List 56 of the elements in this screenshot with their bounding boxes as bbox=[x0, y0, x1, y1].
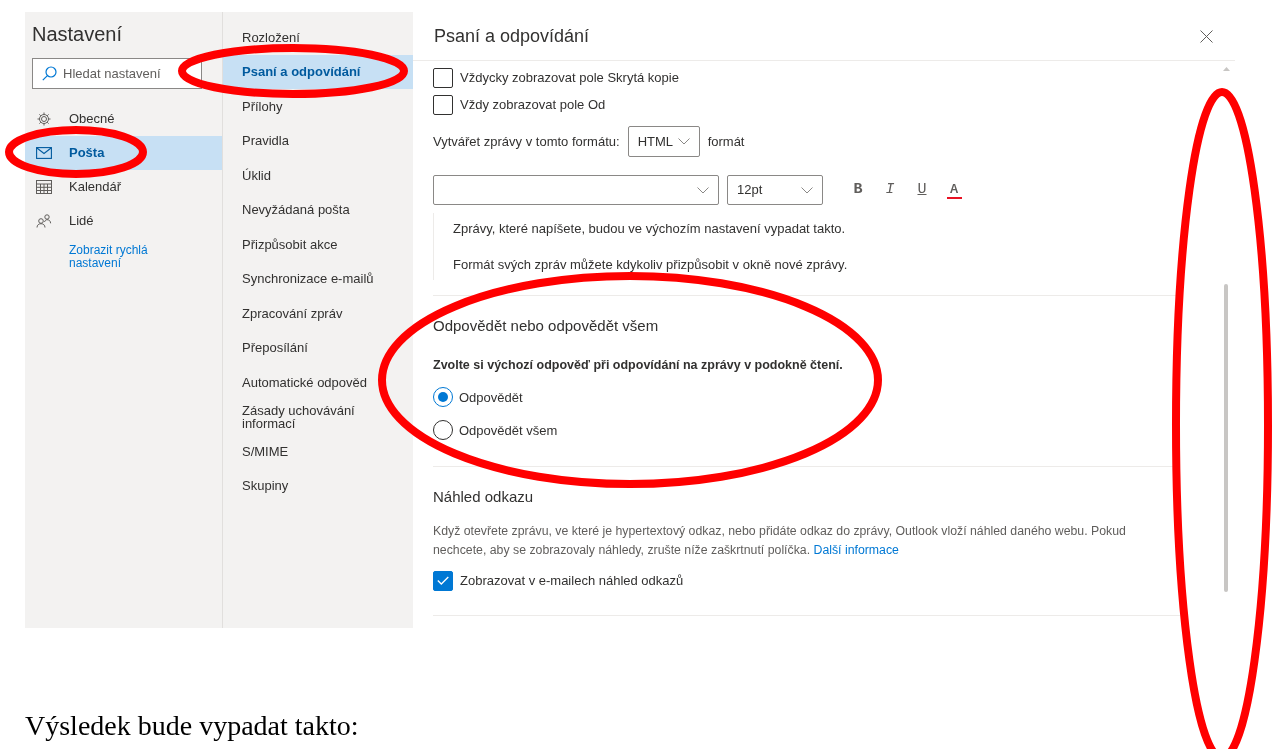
menu-item[interactable]: S/MIME bbox=[223, 434, 413, 469]
chevron-down-icon bbox=[677, 138, 690, 145]
sidebar-item[interactable]: Kalendář bbox=[25, 170, 222, 204]
menu-item[interactable]: Nevyžádaná pošta bbox=[223, 192, 413, 227]
close-icon[interactable] bbox=[1200, 29, 1213, 43]
menu-item[interactable]: Přílohy bbox=[223, 89, 413, 124]
preview-text: Zprávy, které napíšete, budou ve výchozím nastavení vypadat takto. bbox=[453, 220, 847, 238]
document-caption: Výsledek bude vypadat takto: bbox=[25, 709, 360, 743]
menu-item[interactable]: Úklid bbox=[223, 158, 413, 193]
more-info-link[interactable]: Další informace bbox=[813, 542, 899, 557]
section-prompt: Zvolte si výchozí odpověď při odpovídání na zprávy v podokně čtení. bbox=[433, 356, 844, 374]
menu-item[interactable]: Skupiny bbox=[223, 468, 413, 503]
font-color-button[interactable]: A bbox=[938, 181, 970, 199]
chevron-down-icon bbox=[801, 186, 813, 194]
menu-item[interactable]: Synchronizace e-mailů bbox=[223, 261, 413, 296]
quick-settings-link[interactable]: Zobrazit rychlá nastavení bbox=[69, 244, 179, 270]
search-field[interactable]: Hledat nastavení bbox=[32, 58, 202, 89]
scrollbar-thumb[interactable] bbox=[1224, 284, 1228, 592]
menu-item[interactable]: Automatické odpověd bbox=[223, 365, 413, 400]
sidebar-item[interactable]: Lidé bbox=[25, 204, 222, 238]
chevron-down-icon bbox=[697, 186, 709, 194]
bold-button[interactable]: B bbox=[842, 178, 874, 202]
checkbox[interactable] bbox=[433, 67, 453, 88]
option-label: Vždy zobrazovat pole Od bbox=[460, 95, 606, 114]
checkbox[interactable] bbox=[433, 94, 453, 115]
italic-button[interactable]: I bbox=[874, 178, 906, 202]
link-preview-description: Když otevřete zprávu, ve které je hypertextový odkaz, nebo přidáte odkaz do zprávy, Outlook vloží náhled daného webu. Pokud nechcete, aby se zobrazovaly náhledy, zrušte níže zaškrtnutí políčka. Další informace bbox=[433, 522, 1127, 559]
section-heading: Náhled odkazu bbox=[433, 487, 535, 508]
menu-item[interactable]: Zpracování zpráv bbox=[223, 296, 413, 331]
calendar-icon bbox=[36, 180, 52, 194]
format-suffix: formát bbox=[707, 132, 745, 151]
format-label: Vytvářet zprávy v tomto formátu: bbox=[433, 132, 620, 151]
radio-label: Odpovědět všem bbox=[459, 421, 558, 440]
format-select[interactable]: HTML bbox=[627, 126, 700, 157]
option-label: Vždycky zobrazovat pole Skrytá kopie bbox=[460, 68, 679, 87]
people-icon bbox=[36, 214, 52, 228]
panel-title: Psaní a odpovídání bbox=[434, 24, 590, 48]
option-label: Zobrazovat v e-mailech náhled odkazů bbox=[460, 572, 684, 590]
settings-title: Nastavení bbox=[32, 22, 124, 47]
menu-item[interactable]: Pravidla bbox=[223, 123, 413, 158]
menu-item[interactable]: Zásady uchovávání informací bbox=[223, 399, 413, 434]
menu-item[interactable]: Přeposílání bbox=[223, 330, 413, 365]
menu-item[interactable]: Rozložení bbox=[223, 20, 413, 55]
menu-item[interactable]: Přizpůsobit akce bbox=[223, 227, 413, 262]
check-icon bbox=[437, 576, 449, 586]
font-select[interactable] bbox=[433, 175, 719, 205]
sidebar-item[interactable]: Obecné bbox=[25, 102, 222, 136]
font-size-select[interactable]: 12pt bbox=[727, 175, 823, 205]
gear-icon bbox=[36, 111, 52, 127]
mail-icon bbox=[36, 147, 52, 159]
underline-button[interactable]: U bbox=[906, 178, 938, 202]
checkbox[interactable] bbox=[433, 570, 453, 591]
preview-text: Formát svých zpráv můžete kdykoliv přizpůsobit v okně nové zprávy. bbox=[453, 255, 849, 274]
search-icon bbox=[42, 66, 57, 81]
section-heading: Odpovědět nebo odpovědět všem bbox=[433, 316, 660, 336]
radio-label: Odpovědět bbox=[459, 388, 523, 407]
